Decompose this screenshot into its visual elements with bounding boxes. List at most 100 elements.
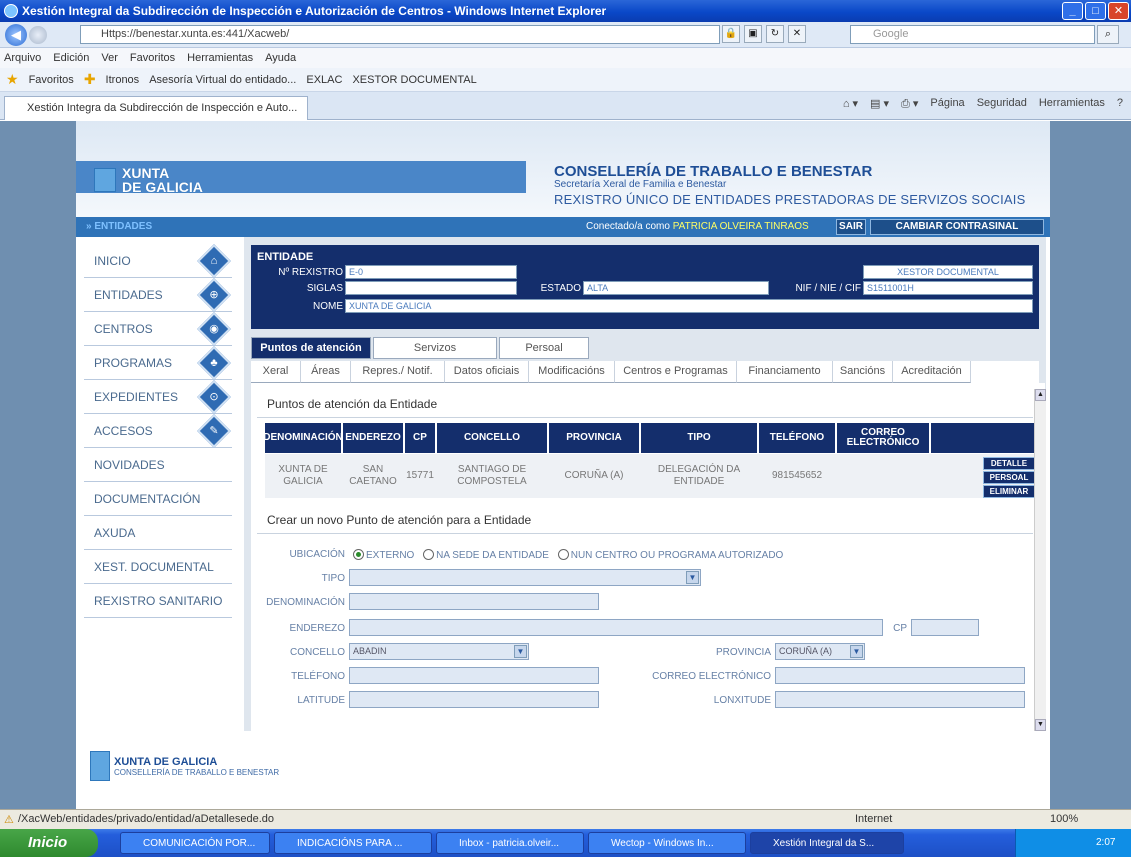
lock-icon[interactable]: 🔒 xyxy=(722,25,740,43)
subtab-5[interactable]: Modificacións xyxy=(529,361,615,383)
enderezo-input[interactable] xyxy=(349,619,883,636)
taskbar-item-4[interactable]: Wectop - Windows In... xyxy=(588,832,746,854)
url-input[interactable]: Https://benestar.xunta.es:441/Xacweb/ xyxy=(80,25,720,44)
sidebar-item-axuda[interactable]: AXUDA xyxy=(84,517,232,550)
subtab-9[interactable]: Acreditación xyxy=(893,361,971,383)
correo-input[interactable] xyxy=(775,667,1025,684)
xestor-documental-button[interactable]: XESTOR DOCUMENTAL xyxy=(863,265,1033,279)
minimize-button[interactable]: _ xyxy=(1062,2,1083,20)
sidebar-item-novidades[interactable]: NOVIDADES xyxy=(84,449,232,482)
scroll-up-icon[interactable]: ▲ xyxy=(1035,389,1046,401)
favorite-link-3[interactable]: EXLAC xyxy=(306,74,342,86)
table-cell: 15771 xyxy=(406,470,434,481)
favorites-button[interactable]: Favoritos xyxy=(29,74,74,86)
favorite-link-1[interactable]: Itronos xyxy=(106,74,140,86)
refresh-icon[interactable]: ↻ xyxy=(766,25,784,43)
print-icon[interactable]: ⎙ ▾ xyxy=(901,97,918,111)
table-cell: SANTIAGO DE COMPOSTELA xyxy=(457,464,527,487)
taskbar-item-2[interactable]: INDICACIÓNS PARA ... xyxy=(274,832,432,854)
breadcrumb[interactable]: » ENTIDADES xyxy=(86,221,152,232)
subtab-6[interactable]: Centros e Programas xyxy=(615,361,737,383)
sidebar-item-documentaci-n[interactable]: DOCUMENTACIÓN xyxy=(84,483,232,516)
persoal-button[interactable]: PERSOAL xyxy=(983,471,1035,484)
add-favorite-icon[interactable]: ✚ xyxy=(84,71,96,88)
cp-input[interactable] xyxy=(911,619,979,636)
change-password-button[interactable]: CAMBIAR CONTRASINAL xyxy=(870,219,1044,235)
menu-arquivo[interactable]: Arquivo xyxy=(4,52,41,64)
forward-icon[interactable] xyxy=(29,25,47,44)
menu-favoritos[interactable]: Favoritos xyxy=(130,52,175,64)
maximize-button[interactable]: □ xyxy=(1085,2,1106,20)
tab-persoal[interactable]: Persoal xyxy=(499,337,589,359)
menu-edicion[interactable]: Edición xyxy=(53,52,89,64)
logout-button[interactable]: SAIR xyxy=(836,219,866,235)
close-button[interactable]: ✕ xyxy=(1108,2,1129,20)
entidade-title: ENTIDADE xyxy=(257,251,314,263)
tab-servizos[interactable]: Servizos xyxy=(373,337,497,359)
window-titlebar: Xestión Integral da Subdirección de Insp… xyxy=(0,0,1131,22)
zoom-level[interactable]: 100% xyxy=(1050,813,1078,825)
sidebar-item-expedientes[interactable]: EXPEDIENTES ⊙ xyxy=(84,380,232,414)
favorite-link-4[interactable]: XESTOR DOCUMENTAL xyxy=(352,74,476,86)
subtab-7[interactable]: Financiamento xyxy=(737,361,833,383)
sidebar-item-rexistro-sanitario[interactable]: REXISTRO SANITARIO xyxy=(84,585,232,618)
sidebar-item-xest-documental[interactable]: XEST. DOCUMENTAL xyxy=(84,551,232,584)
menu-ayuda[interactable]: Ayuda xyxy=(265,52,296,64)
tab-puntos-atencion[interactable]: Puntos de atención xyxy=(251,337,371,359)
help-icon[interactable]: ? xyxy=(1117,97,1123,111)
radio-centro-programa[interactable] xyxy=(557,549,569,560)
menu-icon: ⊕ xyxy=(197,278,231,312)
entidade-summary: ENTIDADE Nº REXISTRO E-0 SIGLAS ESTADO A… xyxy=(251,245,1039,329)
compat-icon[interactable]: ▣ xyxy=(744,25,762,43)
radio-sede[interactable] xyxy=(423,549,435,560)
lonxitude-input[interactable] xyxy=(775,691,1025,708)
puntos-panel: Puntos de atención da Entidade DENOMINAC… xyxy=(251,383,1045,731)
taskbar-item-1[interactable]: COMUNICACIÓN POR... xyxy=(120,832,270,854)
subtab-4[interactable]: Datos oficiais xyxy=(445,361,529,383)
favorite-link-2[interactable]: Asesoría Virtual do entidado... xyxy=(149,74,296,86)
sidebar-item-programas[interactable]: PROGRAMAS ♣ xyxy=(84,346,232,380)
detalle-button[interactable]: DETALLE xyxy=(983,457,1035,470)
sidebar-item-centros[interactable]: CENTROS ◉ xyxy=(84,312,232,346)
sidebar-item-inicio[interactable]: INICIO ⌂ xyxy=(84,244,232,278)
telefono-input[interactable] xyxy=(349,667,599,684)
latitude-input[interactable] xyxy=(349,691,599,708)
search-icon[interactable]: ⌕ xyxy=(1097,25,1119,44)
home-icon[interactable]: ⌂ ▾ xyxy=(843,97,858,111)
taskbar-item-5[interactable]: Xestión Integral da S... xyxy=(750,832,904,854)
favorites-bar: ★ Favoritos ✚ Itronos Asesoría Virtual d… xyxy=(0,68,1131,92)
scroll-down-icon[interactable]: ▼ xyxy=(1035,719,1046,731)
column-header: ENDEREZO xyxy=(343,423,403,453)
subtab-8[interactable]: Sancións xyxy=(833,361,893,383)
tipo-select[interactable]: ▼ xyxy=(349,569,701,586)
search-input[interactable]: Google xyxy=(850,25,1095,44)
denominacion-input[interactable] xyxy=(349,593,599,610)
eliminar-button[interactable]: ELIMINAR xyxy=(983,485,1035,498)
subtab-3[interactable]: Repres./ Notif. xyxy=(351,361,445,383)
concello-select[interactable]: ABADIN ▼ xyxy=(349,643,529,660)
xunta-logo[interactable]: XUNTA DE GALICIA xyxy=(94,166,203,194)
taskbar-item-3[interactable]: Inbox - patricia.olveir... xyxy=(436,832,584,854)
menu-herramientas[interactable]: Herramientas xyxy=(187,52,253,64)
clock[interactable]: 2:07 xyxy=(1096,837,1115,848)
subtab-2[interactable]: Áreas xyxy=(301,361,351,383)
subtab-1[interactable]: Xeral xyxy=(251,361,301,383)
page-menu[interactable]: Página xyxy=(930,97,964,111)
sidebar-item-accesos[interactable]: ACCESOS ✎ xyxy=(84,414,232,448)
table-cell: SAN CAETANO xyxy=(349,464,397,487)
provincia-select[interactable]: CORUÑA (A) ▼ xyxy=(775,643,865,660)
panel-scrollbar[interactable]: ▲ ▼ xyxy=(1034,389,1046,731)
menu-ver[interactable]: Ver xyxy=(101,52,118,64)
sidebar-item-entidades[interactable]: ENTIDADES ⊕ xyxy=(84,278,232,312)
feeds-icon[interactable]: ▤ ▾ xyxy=(870,97,889,111)
stop-icon[interactable]: ✕ xyxy=(788,25,806,43)
favorites-star-icon[interactable]: ★ xyxy=(6,71,19,88)
back-icon[interactable]: ◀ xyxy=(5,23,27,46)
radio-externo[interactable] xyxy=(353,549,364,560)
start-button[interactable]: Inicio xyxy=(0,829,98,857)
nrexistro-field: E-0 xyxy=(345,265,517,279)
browser-tab[interactable]: Xestión Integra da Subdirección de Inspe… xyxy=(4,96,308,120)
tools-menu[interactable]: Herramientas xyxy=(1039,97,1105,111)
security-menu[interactable]: Seguridad xyxy=(977,97,1027,111)
xunta-footer-logo-icon xyxy=(90,751,110,781)
